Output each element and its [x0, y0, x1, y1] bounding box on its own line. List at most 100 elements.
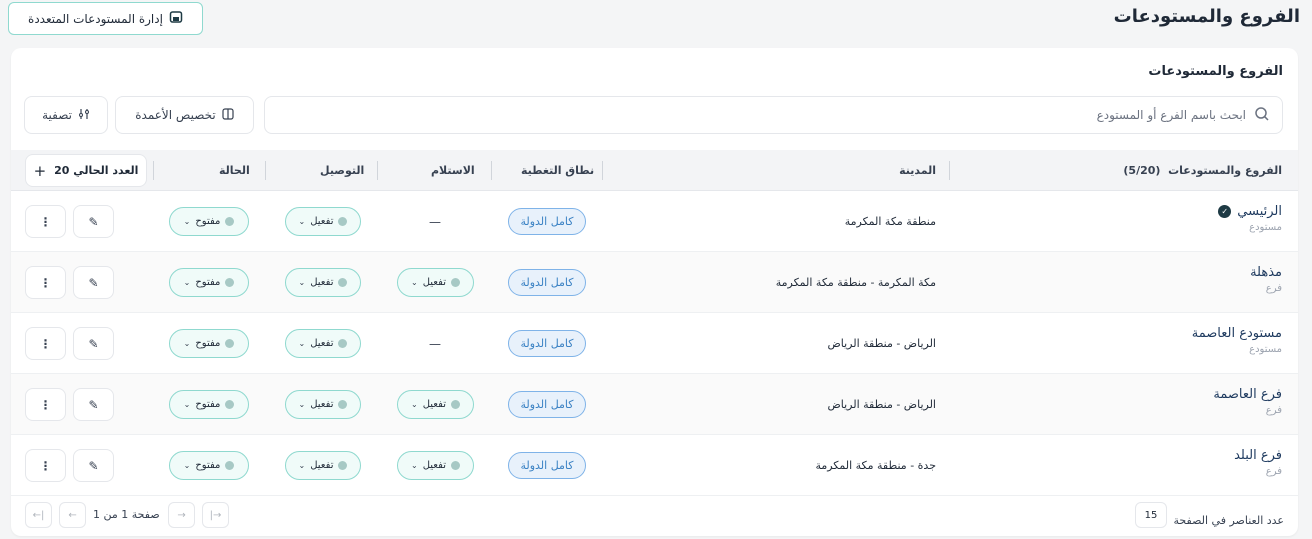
check-circle-icon: ✓: [1218, 205, 1232, 218]
status-toggle[interactable]: مفتوح ⌄: [169, 207, 249, 236]
chevron-down-icon: ⌄: [298, 278, 306, 287]
col-name[interactable]: الفروع والمستودعات (5/20): [1123, 150, 1282, 191]
more-options-button[interactable]: ⋮: [25, 205, 66, 238]
status-dot-icon: [338, 217, 348, 226]
col-receive[interactable]: الاستلام: [431, 150, 475, 191]
col-city[interactable]: المدينة: [899, 150, 936, 191]
receive-label: تفعيل: [422, 460, 446, 471]
col-coverage[interactable]: نطاق التغطية: [521, 150, 594, 191]
search-icon: [1254, 106, 1270, 125]
more-vertical-icon: ⋮: [39, 275, 52, 290]
status-dot-icon: [338, 400, 348, 409]
current-count-chip[interactable]: العدد الحالي 20 +: [25, 154, 147, 187]
per-page-select[interactable]: 15: [1135, 502, 1167, 528]
multi-warehouse-button[interactable]: إدارة المستودعات المتعددة: [8, 2, 203, 35]
search-field[interactable]: ابحث باسم الفرع أو المستودع: [264, 96, 1283, 134]
delivery-toggle[interactable]: تفعيل ⌄: [285, 390, 361, 419]
more-options-button[interactable]: ⋮: [25, 266, 66, 299]
status-dot-icon: [225, 400, 235, 409]
coverage-badge: كامل الدولة: [508, 330, 586, 357]
more-vertical-icon: ⋮: [39, 214, 52, 229]
delivery-toggle[interactable]: تفعيل ⌄: [285, 451, 361, 480]
delivery-label: تفعيل: [310, 277, 334, 288]
status-label: مفتوح: [195, 216, 221, 227]
pencil-icon: ✎: [88, 336, 99, 351]
status-label: مفتوح: [195, 460, 221, 471]
columns-icon: [222, 107, 234, 123]
status-dot-icon: [225, 339, 235, 348]
more-vertical-icon: ⋮: [39, 458, 52, 473]
name-count: (5/20): [1123, 164, 1161, 177]
status-dot-icon: [338, 278, 348, 287]
status-toggle[interactable]: مفتوح ⌄: [169, 268, 249, 297]
receive-toggle[interactable]: تفعيل ⌄: [397, 451, 474, 480]
filter-button[interactable]: تصفية: [24, 96, 108, 134]
branches-card: الفروع والمستودعات ابحث باسم الفرع أو ال…: [11, 48, 1298, 536]
receive-empty: —: [429, 214, 441, 229]
row-name[interactable]: مستودع العاصمة: [1192, 326, 1282, 341]
delivery-toggle[interactable]: تفعيل ⌄: [285, 207, 361, 236]
first-page-icon: |←: [32, 509, 45, 521]
status-dot-icon: [450, 461, 460, 470]
edit-button[interactable]: ✎: [73, 327, 114, 360]
edit-button[interactable]: ✎: [73, 205, 114, 238]
per-page-label: عدد العناصر في الصفحة: [1173, 514, 1284, 527]
more-options-button[interactable]: ⋮: [25, 388, 66, 421]
table-row: فرع البلد فرع جدة - منطقة مكة المكرمة كامل …: [11, 435, 1298, 496]
col-delivery[interactable]: التوصيل: [320, 150, 364, 191]
more-vertical-icon: ⋮: [39, 397, 52, 412]
chevron-down-icon: ⌄: [183, 339, 191, 348]
pencil-icon: ✎: [88, 275, 99, 290]
delivery-toggle[interactable]: تفعيل ⌄: [285, 329, 361, 358]
top-bar: الفروع والمستودعات إدارة المستودعات المت…: [0, 0, 1312, 40]
row-name-cell: مذهلة فرع: [1250, 265, 1282, 294]
table-row: مذهلة فرع مكة المكرمة - منطقة مكة المكرمة ك…: [11, 252, 1298, 313]
row-name[interactable]: مذهلة: [1250, 265, 1282, 280]
edit-button[interactable]: ✎: [73, 449, 114, 482]
more-options-button[interactable]: ⋮: [25, 449, 66, 482]
table-row: مستودع العاصمة مستودع الرياض - منطقة الريا…: [11, 313, 1298, 374]
more-options-button[interactable]: ⋮: [25, 327, 66, 360]
status-label: مفتوح: [195, 399, 221, 410]
prev-page-button[interactable]: ←: [59, 502, 86, 528]
chevron-down-icon: ⌄: [183, 400, 191, 409]
page-indicator: صفحة 1 من 1: [93, 508, 160, 521]
coverage-badge: كامل الدولة: [508, 452, 586, 479]
col-status[interactable]: الحالة: [219, 150, 250, 191]
row-type: فرع: [1265, 466, 1282, 477]
row-name-cell: فرع البلد فرع: [1234, 448, 1282, 477]
multi-warehouse-label: إدارة المستودعات المتعددة: [28, 11, 163, 26]
table-row: فرع العاصمة فرع الرياض - منطقة الرياض كامل …: [11, 374, 1298, 435]
status-toggle[interactable]: مفتوح ⌄: [169, 390, 249, 419]
status-label: مفتوح: [195, 338, 221, 349]
edit-button[interactable]: ✎: [73, 388, 114, 421]
delivery-toggle[interactable]: تفعيل ⌄: [285, 268, 361, 297]
row-name[interactable]: الرئيسي: [1237, 204, 1282, 219]
receive-toggle[interactable]: تفعيل ⌄: [397, 268, 474, 297]
current-count-label: العدد الحالي 20: [54, 164, 139, 177]
row-name[interactable]: فرع العاصمة: [1213, 387, 1282, 402]
status-toggle[interactable]: مفتوح ⌄: [169, 451, 249, 480]
row-name[interactable]: فرع البلد: [1234, 448, 1282, 463]
pencil-icon: ✎: [88, 458, 99, 473]
row-city: مكة المكرمة - منطقة مكة المكرمة: [775, 276, 936, 289]
status-dot-icon: [338, 339, 348, 348]
row-name-cell: الرئيسي ✓ مستودع: [1218, 204, 1282, 233]
status-toggle[interactable]: مفتوح ⌄: [169, 329, 249, 358]
receive-toggle[interactable]: تفعيل ⌄: [397, 390, 474, 419]
status-dot-icon: [450, 400, 460, 409]
chevron-down-icon: ⌄: [298, 461, 306, 470]
row-name-cell: مستودع العاصمة مستودع: [1192, 326, 1282, 355]
row-type: مستودع: [1249, 222, 1282, 233]
customize-columns-button[interactable]: تخصيص الأعمدة: [115, 96, 254, 134]
chevron-down-icon: ⌄: [183, 278, 191, 287]
chevron-down-icon: ⌄: [183, 217, 191, 226]
row-city: الرياض - منطقة الرياض: [827, 398, 936, 411]
edit-button[interactable]: ✎: [73, 266, 114, 299]
first-page-button[interactable]: |←: [25, 502, 52, 528]
pencil-icon: ✎: [88, 397, 99, 412]
delivery-label: تفعيل: [310, 338, 334, 349]
arrow-right-icon: →: [177, 509, 186, 521]
next-page-button[interactable]: →: [168, 502, 195, 528]
last-page-button[interactable]: →|: [202, 502, 229, 528]
